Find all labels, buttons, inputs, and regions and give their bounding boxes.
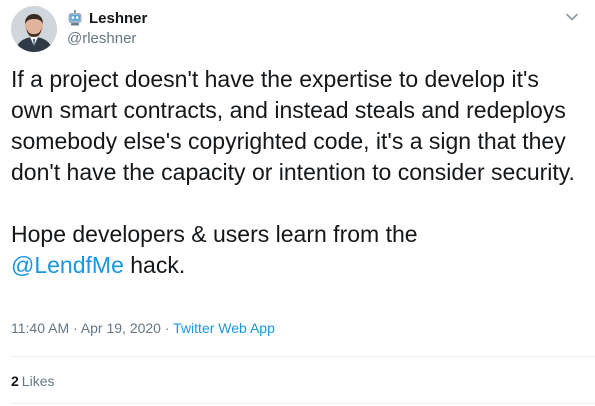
chevron-down-icon[interactable] [565, 9, 579, 21]
mention-link[interactable]: @LendfMe [11, 252, 124, 278]
tweet-card: Leshner @rleshner If a project doesn't h… [0, 0, 595, 406]
tweet-paragraph-2: Hope developers & users learn from the @L… [11, 219, 586, 281]
name-row: Leshner [67, 8, 147, 28]
tweet-paragraph-2-tail: hack. [123, 252, 186, 278]
likes-count: 2 [11, 373, 19, 389]
avatar[interactable] [11, 6, 57, 52]
tweet-time[interactable]: 11:40 AM [11, 320, 69, 336]
meta-separator: · [160, 320, 174, 336]
tweet-source-link[interactable]: Twitter Web App [173, 320, 275, 336]
meta-separator: · [69, 320, 81, 336]
tweet-date[interactable]: Apr 19, 2020 [81, 320, 161, 336]
author-block: Leshner @rleshner [67, 8, 147, 48]
robot-icon [67, 10, 83, 26]
avatar-image [11, 6, 57, 52]
tweet-paragraph-1: If a project doesn't have the expertise … [11, 66, 575, 185]
divider [11, 403, 595, 404]
user-handle[interactable]: @rleshner [67, 30, 147, 47]
divider [11, 356, 595, 357]
likes-label: Likes [21, 373, 55, 389]
display-name[interactable]: Leshner [89, 10, 147, 27]
tweet-paragraph-2-text: Hope developers & users learn from the [11, 221, 418, 247]
tweet-text: If a project doesn't have the expertise … [11, 64, 586, 281]
likes-stat[interactable]: 2 Likes [11, 373, 54, 389]
tweet-meta: 11:40 AM · Apr 19, 2020 · Twitter Web Ap… [11, 320, 275, 336]
